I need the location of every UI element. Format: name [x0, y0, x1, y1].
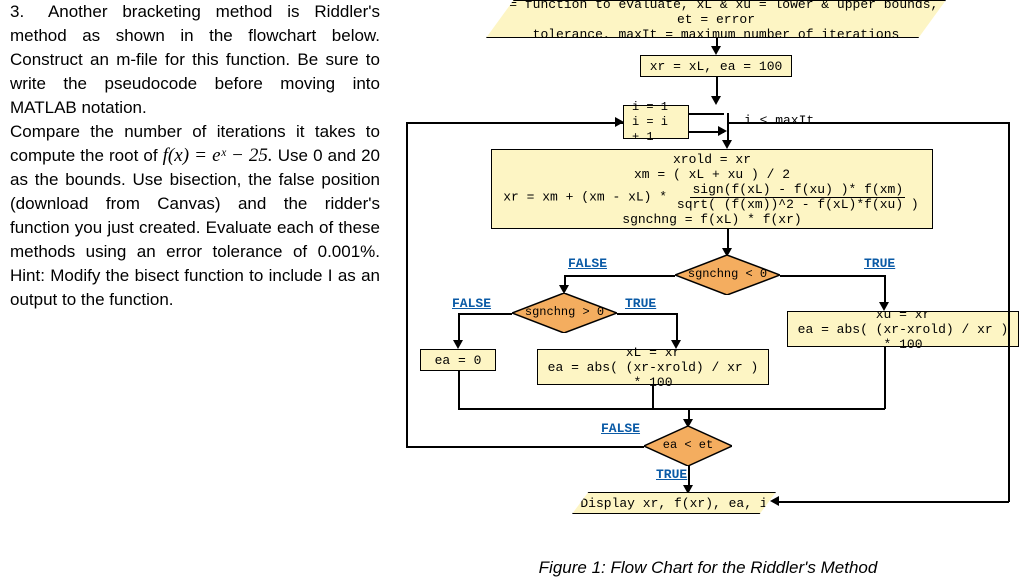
xl-branch-box: xL = xr ea = abs( (xr-xrold) / xr ) * 10… — [537, 349, 769, 385]
proc-frac-top: sign(f(xL) - f(xu) )* f(xm) — [690, 182, 905, 198]
decision-sgnchng-gt0: sgnchng > 0 — [512, 293, 617, 333]
dec2-false-label: FALSE — [452, 296, 491, 311]
proc-l2: xm = ( xL + xu ) / 2 — [634, 167, 790, 182]
loop-counter-box: i = 1 i = i + 1 — [623, 105, 689, 139]
xl-l1: xL = xr — [626, 345, 681, 360]
dec3-false-label: FALSE — [601, 421, 640, 436]
question-text: 3. Another bracketing method is Riddler'… — [10, 0, 380, 312]
xu-l2: ea = abs( (xr-xrold) / xr ) * 100 — [794, 322, 1012, 352]
io-input: f = function to evaluate, xL & xu = lowe… — [486, 0, 946, 38]
dec1-true-label: TRUE — [864, 256, 895, 271]
proc-l3: xr = xm + (xm - xL) * sign(f(xL) - f(xu)… — [503, 182, 920, 212]
i-inc: i = i + 1 — [632, 115, 680, 145]
io-input-text: f = function to evaluate, xL & xu = lowe… — [493, 0, 939, 42]
question-number: 3. — [10, 0, 34, 24]
xu-l1: xu = xr — [876, 307, 931, 322]
init-text: xr = xL, ea = 100 — [650, 59, 783, 74]
process-box: xrold = xr xm = ( xL + xu ) / 2 xr = xm … — [491, 149, 933, 229]
proc-frac-bot: sqrt( (f(xm))^2 - f(xL)*f(xu) ) — [675, 197, 921, 212]
xu-branch-box: xu = xr ea = abs( (xr-xrold) / xr ) * 10… — [787, 311, 1019, 347]
init-box: xr = xL, ea = 100 — [640, 55, 792, 77]
figure-caption: Figure 1: Flow Chart for the Riddler's M… — [392, 558, 1024, 578]
proc-l4: sgnchng = f(xL) * f(xr) — [622, 212, 801, 227]
proc-l1: xrold = xr — [673, 152, 751, 167]
decision-ea-lt-et: ea < et — [644, 426, 732, 466]
dec3-text: ea < et — [644, 438, 732, 452]
paragraph-1: Another bracketing method is Riddler's m… — [10, 2, 380, 117]
paragraph-2b: Use 0 and 20 as the bounds. Use bisectio… — [10, 146, 380, 309]
dec1-text: sgnchng < 0 — [675, 267, 780, 281]
ea0-text: ea = 0 — [435, 353, 482, 368]
dec3-true-label: TRUE — [656, 467, 687, 482]
proc-l3a: xr = xm + (xm - xL) * — [503, 189, 675, 204]
ea0-box: ea = 0 — [420, 349, 496, 371]
loop-cond-label: i ≤ maxIt — [744, 113, 814, 128]
decision-sgnchng-lt0: sgnchng < 0 — [675, 255, 780, 295]
i-init: i = 1 — [632, 100, 668, 115]
dec1-false-label: FALSE — [568, 256, 607, 271]
io-output-text: Display xr, f(xr), ea, i — [580, 496, 767, 511]
dec2-text: sgnchng > 0 — [512, 305, 617, 319]
equation-fx: f(x) = eˣ − 25. — [163, 145, 273, 166]
io-output: Display xr, f(xr), ea, i — [572, 492, 776, 514]
dec2-true-label: TRUE — [625, 296, 656, 311]
flowchart: f = function to evaluate, xL & xu = lowe… — [392, 0, 1024, 580]
